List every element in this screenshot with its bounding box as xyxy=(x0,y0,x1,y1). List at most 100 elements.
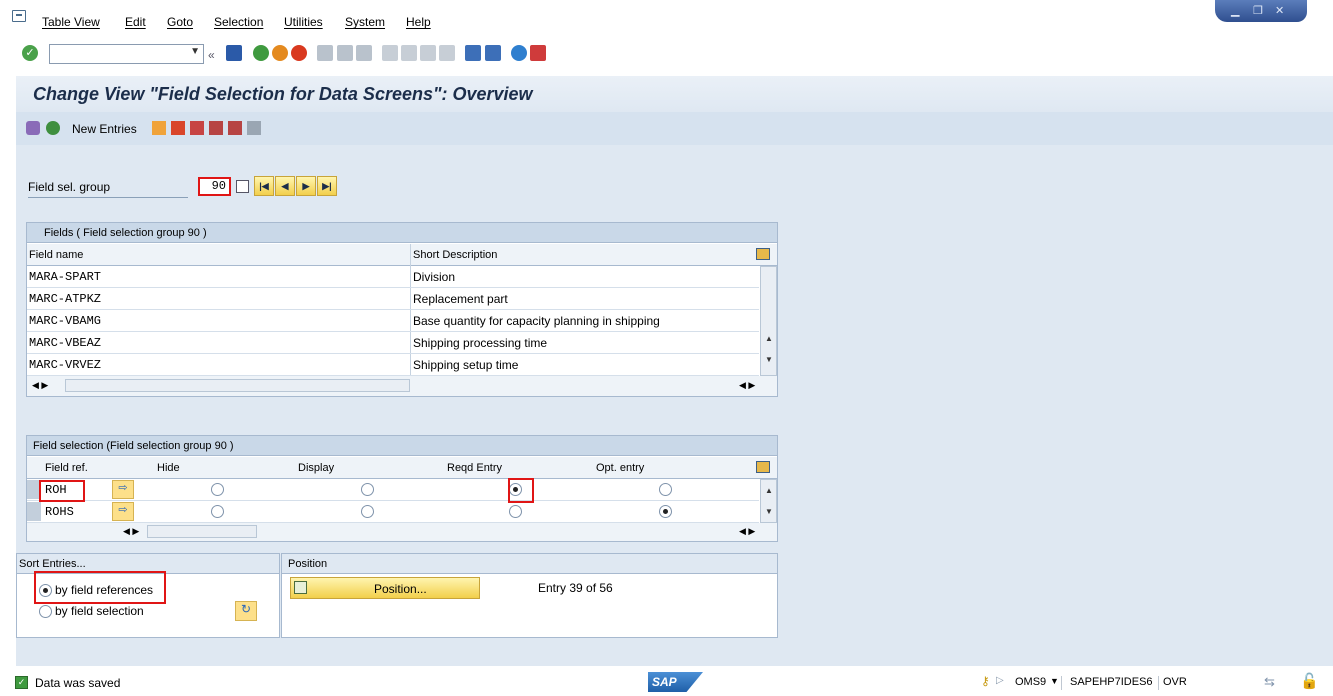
sort-by-field-selection-label[interactable]: by field selection xyxy=(55,604,144,618)
entry-count-text: Entry 39 of 56 xyxy=(538,581,613,595)
table-settings-icon[interactable] xyxy=(756,461,770,473)
help-icon[interactable] xyxy=(511,45,527,61)
field-selection-table: Field selection (Field selection group 9… xyxy=(26,435,778,542)
back-icon[interactable] xyxy=(253,45,269,61)
field-sel-group-input[interactable]: 90 xyxy=(198,177,231,196)
scroll-right-icon[interactable]: ◀ ▶ xyxy=(739,526,755,537)
undo-icon[interactable] xyxy=(190,121,204,135)
opt-entry-radio[interactable] xyxy=(659,483,672,496)
opt-entry-radio[interactable] xyxy=(659,505,672,518)
table-row[interactable]: MARC-VRVEZ Shipping setup time xyxy=(27,354,759,376)
save-icon[interactable] xyxy=(226,45,242,61)
chevron-down-icon[interactable]: ▼ xyxy=(1050,676,1059,686)
display-change-icon[interactable] xyxy=(26,121,40,135)
horizontal-scrollbar[interactable] xyxy=(65,379,410,392)
minimize-icon[interactable]: ▁ xyxy=(1231,4,1239,17)
details-button[interactable]: ⇨ xyxy=(112,480,134,499)
table-row[interactable]: MARC-VBEAZ Shipping processing time xyxy=(27,332,759,354)
menu-edit[interactable]: Edit xyxy=(125,15,146,29)
select-block-icon[interactable] xyxy=(228,121,242,135)
transaction-code[interactable]: OMS9 xyxy=(1015,676,1046,688)
table-row[interactable]: ROH ⇨ xyxy=(27,479,759,501)
menu-system[interactable]: System xyxy=(345,15,385,29)
scroll-up-icon[interactable]: ▲ xyxy=(765,334,773,343)
menu-table-view[interactable]: Table View xyxy=(42,15,100,29)
new-session-icon[interactable] xyxy=(465,45,481,61)
position-title: Position xyxy=(282,554,777,574)
exit-icon[interactable] xyxy=(272,45,288,61)
scroll-down-icon[interactable]: ▼ xyxy=(765,355,773,364)
reqd-entry-radio[interactable] xyxy=(509,505,522,518)
vertical-scrollbar[interactable]: ▲ ▼ xyxy=(760,266,777,376)
select-all-icon[interactable] xyxy=(209,121,223,135)
layout-toggle-icon[interactable]: ⇆ xyxy=(1264,674,1275,690)
last-page-icon[interactable] xyxy=(439,45,455,61)
position-button[interactable]: Position... xyxy=(290,577,480,599)
close-icon[interactable]: ✕ xyxy=(1275,4,1284,17)
next-entry-button[interactable]: ▶ xyxy=(296,176,316,196)
scroll-right-icon[interactable]: ◀ ▶ xyxy=(739,380,755,391)
chevron-down-icon[interactable]: ▼ xyxy=(190,46,200,57)
new-entries-button[interactable]: New Entries xyxy=(72,122,137,136)
command-field[interactable]: ▼ xyxy=(49,44,204,64)
table-settings-icon[interactable] xyxy=(756,248,770,260)
menu-icon[interactable] xyxy=(12,10,26,22)
table-row[interactable]: MARC-VBAMG Base quantity for capacity pla… xyxy=(27,310,759,332)
input-mode[interactable]: OVR xyxy=(1163,676,1187,688)
table-row[interactable]: MARC-ATPKZ Replacement part xyxy=(27,288,759,310)
vertical-scrollbar[interactable]: ▲ ▼ xyxy=(760,479,777,523)
enter-check-icon[interactable]: ✓ xyxy=(22,45,38,61)
collapse-icon[interactable]: « xyxy=(208,48,215,62)
scroll-up-icon[interactable]: ▲ xyxy=(765,486,773,495)
scroll-left-icon[interactable]: ◀ ▶ xyxy=(123,526,139,537)
menu-utilities[interactable]: Utilities xyxy=(284,15,323,29)
menu-selection[interactable]: Selection xyxy=(214,15,263,29)
scroll-down-icon[interactable]: ▼ xyxy=(765,507,773,516)
menu-help[interactable]: Help xyxy=(406,15,431,29)
row-field-name: MARC-VRVEZ xyxy=(29,358,102,372)
previous-entry-button[interactable]: ◀ xyxy=(275,176,295,196)
display-radio[interactable] xyxy=(361,483,374,496)
row-field-name: MARC-VBEAZ xyxy=(29,336,102,350)
table-row[interactable]: ROHS ⇨ xyxy=(27,501,759,523)
highlight-box xyxy=(508,478,534,503)
layout-icon[interactable] xyxy=(530,45,546,61)
row-description: Shipping setup time xyxy=(413,358,519,372)
hide-radio[interactable] xyxy=(211,505,224,518)
last-entry-button[interactable]: ▶| xyxy=(317,176,337,196)
copy-icon[interactable] xyxy=(152,121,166,135)
first-page-icon[interactable] xyxy=(382,45,398,61)
magnifier-icon[interactable] xyxy=(46,121,60,135)
column-field-name: Field name xyxy=(29,249,84,261)
fields-table: Fields ( Field selection group 90 ) Fiel… xyxy=(26,222,778,397)
scroll-left-icon[interactable]: ◀ ▶ xyxy=(32,380,48,391)
success-check-icon: ✓ xyxy=(15,676,28,689)
position-icon xyxy=(294,581,307,594)
previous-page-icon[interactable] xyxy=(401,45,417,61)
display-radio[interactable] xyxy=(361,505,374,518)
find-next-icon[interactable] xyxy=(356,45,372,61)
details-button[interactable]: ⇨ xyxy=(112,502,134,521)
expand-icon[interactable]: ▷ xyxy=(996,675,1004,686)
find-icon[interactable] xyxy=(337,45,353,61)
cancel-icon[interactable] xyxy=(291,45,307,61)
deselect-all-icon[interactable] xyxy=(247,121,261,135)
horizontal-scrollbar[interactable] xyxy=(147,525,257,538)
next-page-icon[interactable] xyxy=(420,45,436,61)
sort-by-field-selection-radio[interactable] xyxy=(39,605,52,618)
sort-execute-button[interactable]: ↻ xyxy=(235,601,257,621)
lock-icon[interactable]: 🔓 xyxy=(1300,672,1319,690)
horizontal-scroll-area: ◀ ▶ ◀ ▶ xyxy=(27,523,777,541)
delete-icon[interactable] xyxy=(171,121,185,135)
horizontal-scroll-area: ◀ ▶ ◀ ▶ xyxy=(27,376,777,396)
menu-goto[interactable]: Goto xyxy=(167,15,193,29)
print-icon[interactable] xyxy=(317,45,333,61)
row-selector[interactable] xyxy=(27,502,41,521)
shortcut-icon[interactable] xyxy=(485,45,501,61)
hide-radio[interactable] xyxy=(211,483,224,496)
restore-icon[interactable]: ❐ xyxy=(1253,4,1263,17)
highlight-box xyxy=(39,480,85,502)
first-entry-button[interactable]: |◀ xyxy=(254,176,274,196)
copy-value-icon[interactable] xyxy=(236,180,249,193)
table-row[interactable]: MARA-SPART Division xyxy=(27,266,759,288)
